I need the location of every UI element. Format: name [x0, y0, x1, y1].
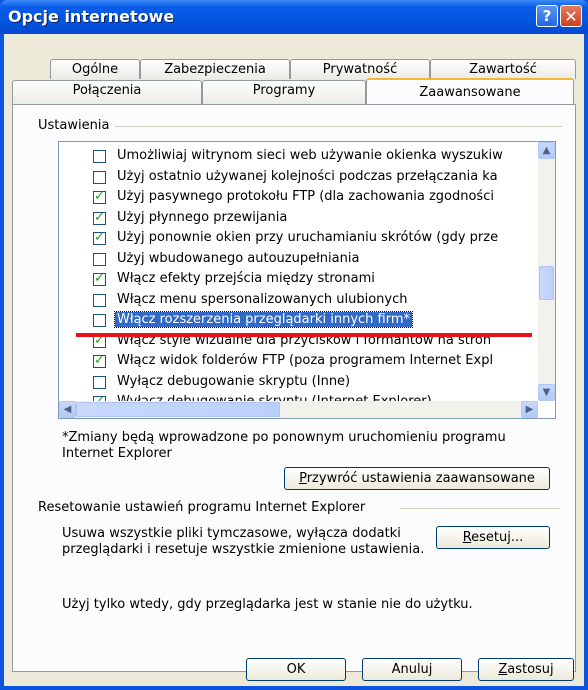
- list-item[interactable]: Umożliwiaj witrynom sieci web używanie o…: [59, 146, 539, 167]
- reset-description-line2: przeglądarki i resetuje wszystkie zmieni…: [62, 542, 425, 557]
- list-item[interactable]: Użyj pasywnego protokołu FTP (dla zachow…: [59, 187, 539, 208]
- group-divider: [114, 126, 562, 127]
- list-item[interactable]: Użyj płynnego przewijania: [59, 208, 539, 229]
- list-item[interactable]: Włącz widok folderów FTP (poza programem…: [59, 351, 539, 372]
- scroll-left-button[interactable]: ◀: [59, 401, 76, 418]
- access-key: R: [462, 530, 472, 545]
- cancel-button[interactable]: Anuluj: [362, 658, 462, 681]
- tab-label: Programy: [252, 83, 316, 98]
- tab-label: Prywatność: [322, 62, 398, 77]
- dialog-window: Opcje internetowe ? ✕ Ogólne Zabezpiecze…: [0, 0, 588, 690]
- tab-security[interactable]: Zabezpieczenia: [140, 59, 290, 79]
- tab-privacy[interactable]: Prywatność: [290, 59, 430, 79]
- tab-connections[interactable]: Połączenia: [12, 80, 202, 104]
- setting-checkbox[interactable]: [93, 353, 106, 368]
- button-label: Anuluj: [391, 662, 433, 677]
- button-label: OK: [286, 662, 306, 677]
- access-key: Z: [498, 662, 508, 677]
- scroll-up-button[interactable]: ▲: [538, 142, 555, 159]
- list-item[interactable]: Wyłącz debugowanie skryptu (Inne): [59, 372, 539, 393]
- list-item[interactable]: Włącz efekty przejścia między stronami: [59, 269, 539, 290]
- tab-label: Zawartość: [469, 62, 537, 77]
- button-label: Resetuj...: [462, 530, 524, 545]
- chevron-down-icon: ▼: [542, 387, 551, 398]
- apply-button[interactable]: Zastosuj: [478, 658, 574, 681]
- tab-label: Zaawansowane: [419, 85, 521, 100]
- setting-label: Umożliwiaj witrynom sieci web używanie o…: [117, 148, 503, 163]
- tab-label: Zabezpieczenia: [164, 62, 266, 77]
- list-item[interactable]: Włącz menu spersonalizowanych ulubionych: [59, 290, 539, 311]
- setting-checkbox[interactable]: [93, 170, 106, 184]
- tab-general[interactable]: Ogólne: [50, 59, 140, 79]
- help-button[interactable]: ?: [536, 5, 558, 27]
- reset-description-line1: Usuwa wszystkie pliki tymczasowe, wyłącz…: [62, 526, 401, 541]
- title-bar[interactable]: Opcje internetowe ? ✕: [0, 0, 588, 34]
- tab-programs[interactable]: Programy: [202, 80, 366, 104]
- chevron-right-icon: ▶: [525, 404, 534, 415]
- tab-label: Połączenia: [72, 83, 142, 98]
- setting-label: Użyj ostatnio używanej kolejności podcza…: [117, 168, 498, 184]
- restore-advanced-button[interactable]: Przywróć ustawienia zaawansowane: [284, 467, 550, 490]
- tab-advanced[interactable]: Zaawansowane: [366, 78, 574, 104]
- setting-checkbox[interactable]: [93, 189, 106, 204]
- button-label: Zastosuj: [498, 662, 554, 677]
- vertical-scroll-thumb[interactable]: [539, 266, 554, 300]
- setting-label: Użyj ponownie okien przy uruchamianiu sk…: [117, 230, 499, 245]
- tab-label: Ogólne: [71, 62, 119, 77]
- setting-checkbox[interactable]: [93, 210, 106, 225]
- settings-group-label: Ustawienia: [38, 118, 116, 133]
- setting-checkbox[interactable]: [93, 150, 106, 163]
- reset-button[interactable]: Resetuj...: [436, 526, 550, 549]
- tab-content[interactable]: Zawartość: [430, 59, 576, 79]
- horizontal-scroll-thumb[interactable]: [76, 402, 280, 417]
- help-icon: ?: [542, 7, 552, 25]
- horizontal-scrollbar[interactable]: ◀ ▶: [59, 401, 538, 418]
- reset-group-divider: [400, 508, 560, 509]
- setting-checkbox[interactable]: [93, 230, 106, 245]
- chevron-left-icon: ◀: [63, 404, 72, 415]
- list-item[interactable]: Użyj ponownie okien przy uruchamianiu sk…: [59, 228, 539, 249]
- setting-checkbox[interactable]: [93, 314, 106, 327]
- button-label: Przywróć ustawienia zaawansowane: [299, 471, 535, 486]
- close-icon: ✕: [564, 6, 578, 26]
- setting-checkbox[interactable]: [93, 271, 106, 286]
- close-button[interactable]: ✕: [560, 5, 582, 27]
- scroll-right-button[interactable]: ▶: [521, 401, 538, 418]
- reset-warning: Użyj tylko wtedy, gdy przeglądarka jest …: [62, 597, 473, 612]
- list-item[interactable]: Użyj wbudowanego autouzupełniania: [59, 249, 539, 270]
- setting-label: Użyj pasywnego protokołu FTP (dla zachow…: [117, 189, 494, 204]
- setting-label: Użyj wbudowanego autouzupełniania: [117, 250, 360, 266]
- scroll-down-button[interactable]: ▼: [538, 384, 555, 401]
- setting-label: Wyłącz debugowanie skryptu (Inne): [117, 373, 351, 389]
- list-item[interactable]: Włącz rozszerzenia przeglądarki innych f…: [59, 310, 539, 331]
- restart-note-line2: Internet Explorer: [62, 446, 172, 461]
- chevron-up-icon: ▲: [542, 145, 551, 156]
- setting-label: Włącz rozszerzenia przeglądarki innych f…: [113, 311, 414, 328]
- window-title: Opcje internetowe: [8, 7, 175, 26]
- restart-note-line1: *Zmiany będą wprowadzone po ponownym uru…: [62, 430, 506, 445]
- setting-label: Włącz widok folderów FTP (poza programem…: [117, 353, 494, 368]
- setting-checkbox[interactable]: [93, 293, 106, 307]
- advanced-settings-list[interactable]: Wyłącz debugowanie skryptu (Internet Exp…: [58, 141, 556, 419]
- access-key: P: [299, 471, 307, 486]
- setting-label: Włącz efekty przejścia między stronami: [117, 271, 375, 286]
- setting-label: Włącz menu spersonalizowanych ulubionych: [117, 291, 408, 307]
- red-annotation-line: [76, 333, 532, 337]
- ok-button[interactable]: OK: [246, 658, 346, 681]
- setting-checkbox[interactable]: [93, 252, 106, 266]
- list-item[interactable]: Użyj ostatnio używanej kolejności podcza…: [59, 167, 539, 188]
- vertical-scrollbar[interactable]: ▲ ▼: [538, 142, 555, 401]
- setting-label: Użyj płynnego przewijania: [117, 209, 288, 225]
- setting-checkbox[interactable]: [93, 375, 106, 389]
- reset-group-label: Resetowanie ustawień programu Internet E…: [38, 500, 372, 515]
